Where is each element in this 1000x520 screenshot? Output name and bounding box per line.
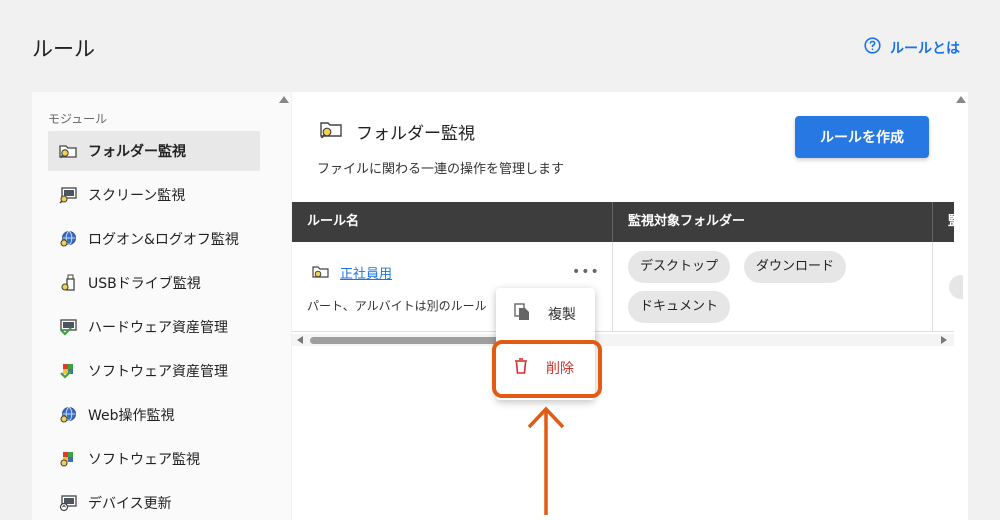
monitor-search-icon	[58, 185, 78, 205]
sidebar-item-label: スクリーン監視	[88, 188, 186, 204]
sidebar-scroll-up-arrow[interactable]	[279, 96, 289, 103]
rule-description: パート、アルバイトは別のルール	[307, 299, 487, 313]
sidebar-item-label: フォルダー監視	[88, 144, 186, 160]
duplicate-label: 複製	[548, 307, 576, 323]
sidebar-item-label: ログオン&ログオフ監視	[88, 232, 239, 248]
sidebar-item-web-monitor[interactable]: Web操作監視	[48, 395, 260, 435]
column-header-rule-name[interactable]: ルール名	[307, 202, 359, 242]
main-panel: フォルダー監視 ファイルに関わる一連の操作を管理します ルールを作成 ルール名 …	[292, 92, 968, 520]
sidebar-item-label: ソフトウェア資産管理	[88, 364, 228, 380]
sidebar-item-label: ソフトウェア監視	[88, 452, 200, 468]
copy-icon	[514, 303, 530, 325]
help-circle-icon	[864, 37, 881, 58]
column-divider	[612, 242, 613, 332]
module-sidebar: モジュール フォルダー監視 スクリーン監視 ログオン&ログオフ監視 USBドライ…	[32, 92, 291, 520]
folder-chip: デスクトップ	[628, 251, 731, 283]
row-context-menu: 複製 削除	[496, 288, 595, 400]
sidebar-item-software-monitor[interactable]: ソフトウェア監視	[48, 439, 260, 479]
rule-name-link[interactable]: 正社員用	[340, 263, 392, 282]
module-description: ファイルに関わる一連の操作を管理します	[317, 162, 565, 177]
sidebar-item-software-asset[interactable]: ソフトウェア資産管理	[48, 351, 260, 391]
column-divider	[932, 242, 933, 332]
module-title: フォルダー監視	[356, 123, 475, 144]
sidebar-item-usb-monitor[interactable]: USBドライブ監視	[48, 263, 260, 303]
page-title: ルール	[32, 37, 95, 61]
logon-globe-icon	[58, 229, 78, 249]
column-header-target-folder[interactable]: 監視対象フォルダー	[628, 202, 745, 242]
sidebar-item-hardware-asset[interactable]: ハードウェア資産管理	[48, 307, 260, 347]
annotation-arrow-icon	[526, 405, 566, 520]
folder-search-icon	[58, 141, 78, 161]
device-update-icon	[58, 493, 78, 513]
horizontal-scrollbar[interactable]	[292, 334, 954, 346]
folder-chip: ダウンロード	[744, 251, 847, 283]
sidebar-item-logon-monitor[interactable]: ログオン&ログオフ監視	[48, 219, 260, 259]
module-header: フォルダー監視	[318, 118, 475, 144]
sidebar-item-label: USBドライブ監視	[88, 276, 201, 292]
delete-label: 削除	[546, 361, 574, 377]
sidebar-item-folder-monitor[interactable]: フォルダー監視	[48, 131, 260, 171]
usb-drive-icon	[58, 273, 78, 293]
rules-table-header: ルール名 監視対象フォルダー 監	[292, 202, 961, 242]
duplicate-menu-item[interactable]: 複製	[496, 290, 595, 338]
software-monitor-icon	[58, 449, 78, 469]
delete-menu-item[interactable]: 削除	[496, 344, 595, 392]
scroll-right-arrow[interactable]	[941, 336, 947, 344]
sidebar-heading: モジュール	[48, 112, 108, 126]
sidebar-list: フォルダー監視 スクリーン監視 ログオン&ログオフ監視 USBドライブ監視 ハー…	[48, 131, 260, 520]
column-divider	[612, 202, 613, 242]
create-rule-button[interactable]: ルールを作成	[795, 116, 929, 158]
hardware-monitor-icon	[58, 317, 78, 337]
folder-search-icon	[318, 118, 344, 144]
trash-icon	[514, 358, 528, 378]
partial-chip	[949, 275, 963, 299]
sidebar-item-label: Web操作監視	[88, 408, 175, 424]
folder-chip: ドキュメント	[628, 291, 731, 323]
table-row[interactable]: 正社員用 ••• パート、アルバイトは別のルール デスクトップ ダウンロード ド…	[292, 242, 963, 332]
sidebar-item-label: デバイス更新	[88, 496, 172, 512]
help-link[interactable]: ルールとは	[864, 37, 960, 58]
sidebar-item-label: ハードウェア資産管理	[88, 320, 228, 336]
web-globe-icon	[58, 405, 78, 425]
column-header-partial[interactable]: 監	[948, 202, 961, 242]
software-asset-icon	[58, 361, 78, 381]
column-divider	[932, 202, 933, 242]
scrollbar-thumb[interactable]	[310, 337, 510, 344]
scroll-left-arrow[interactable]	[297, 336, 303, 344]
sidebar-item-device-update[interactable]: デバイス更新	[48, 483, 260, 520]
sidebar-item-screen-monitor[interactable]: スクリーン監視	[48, 175, 260, 215]
more-options-button[interactable]: •••	[572, 264, 600, 280]
help-link-label: ルールとは	[890, 40, 960, 57]
main-scroll-up-arrow[interactable]	[956, 96, 966, 103]
folder-search-icon	[312, 264, 330, 284]
